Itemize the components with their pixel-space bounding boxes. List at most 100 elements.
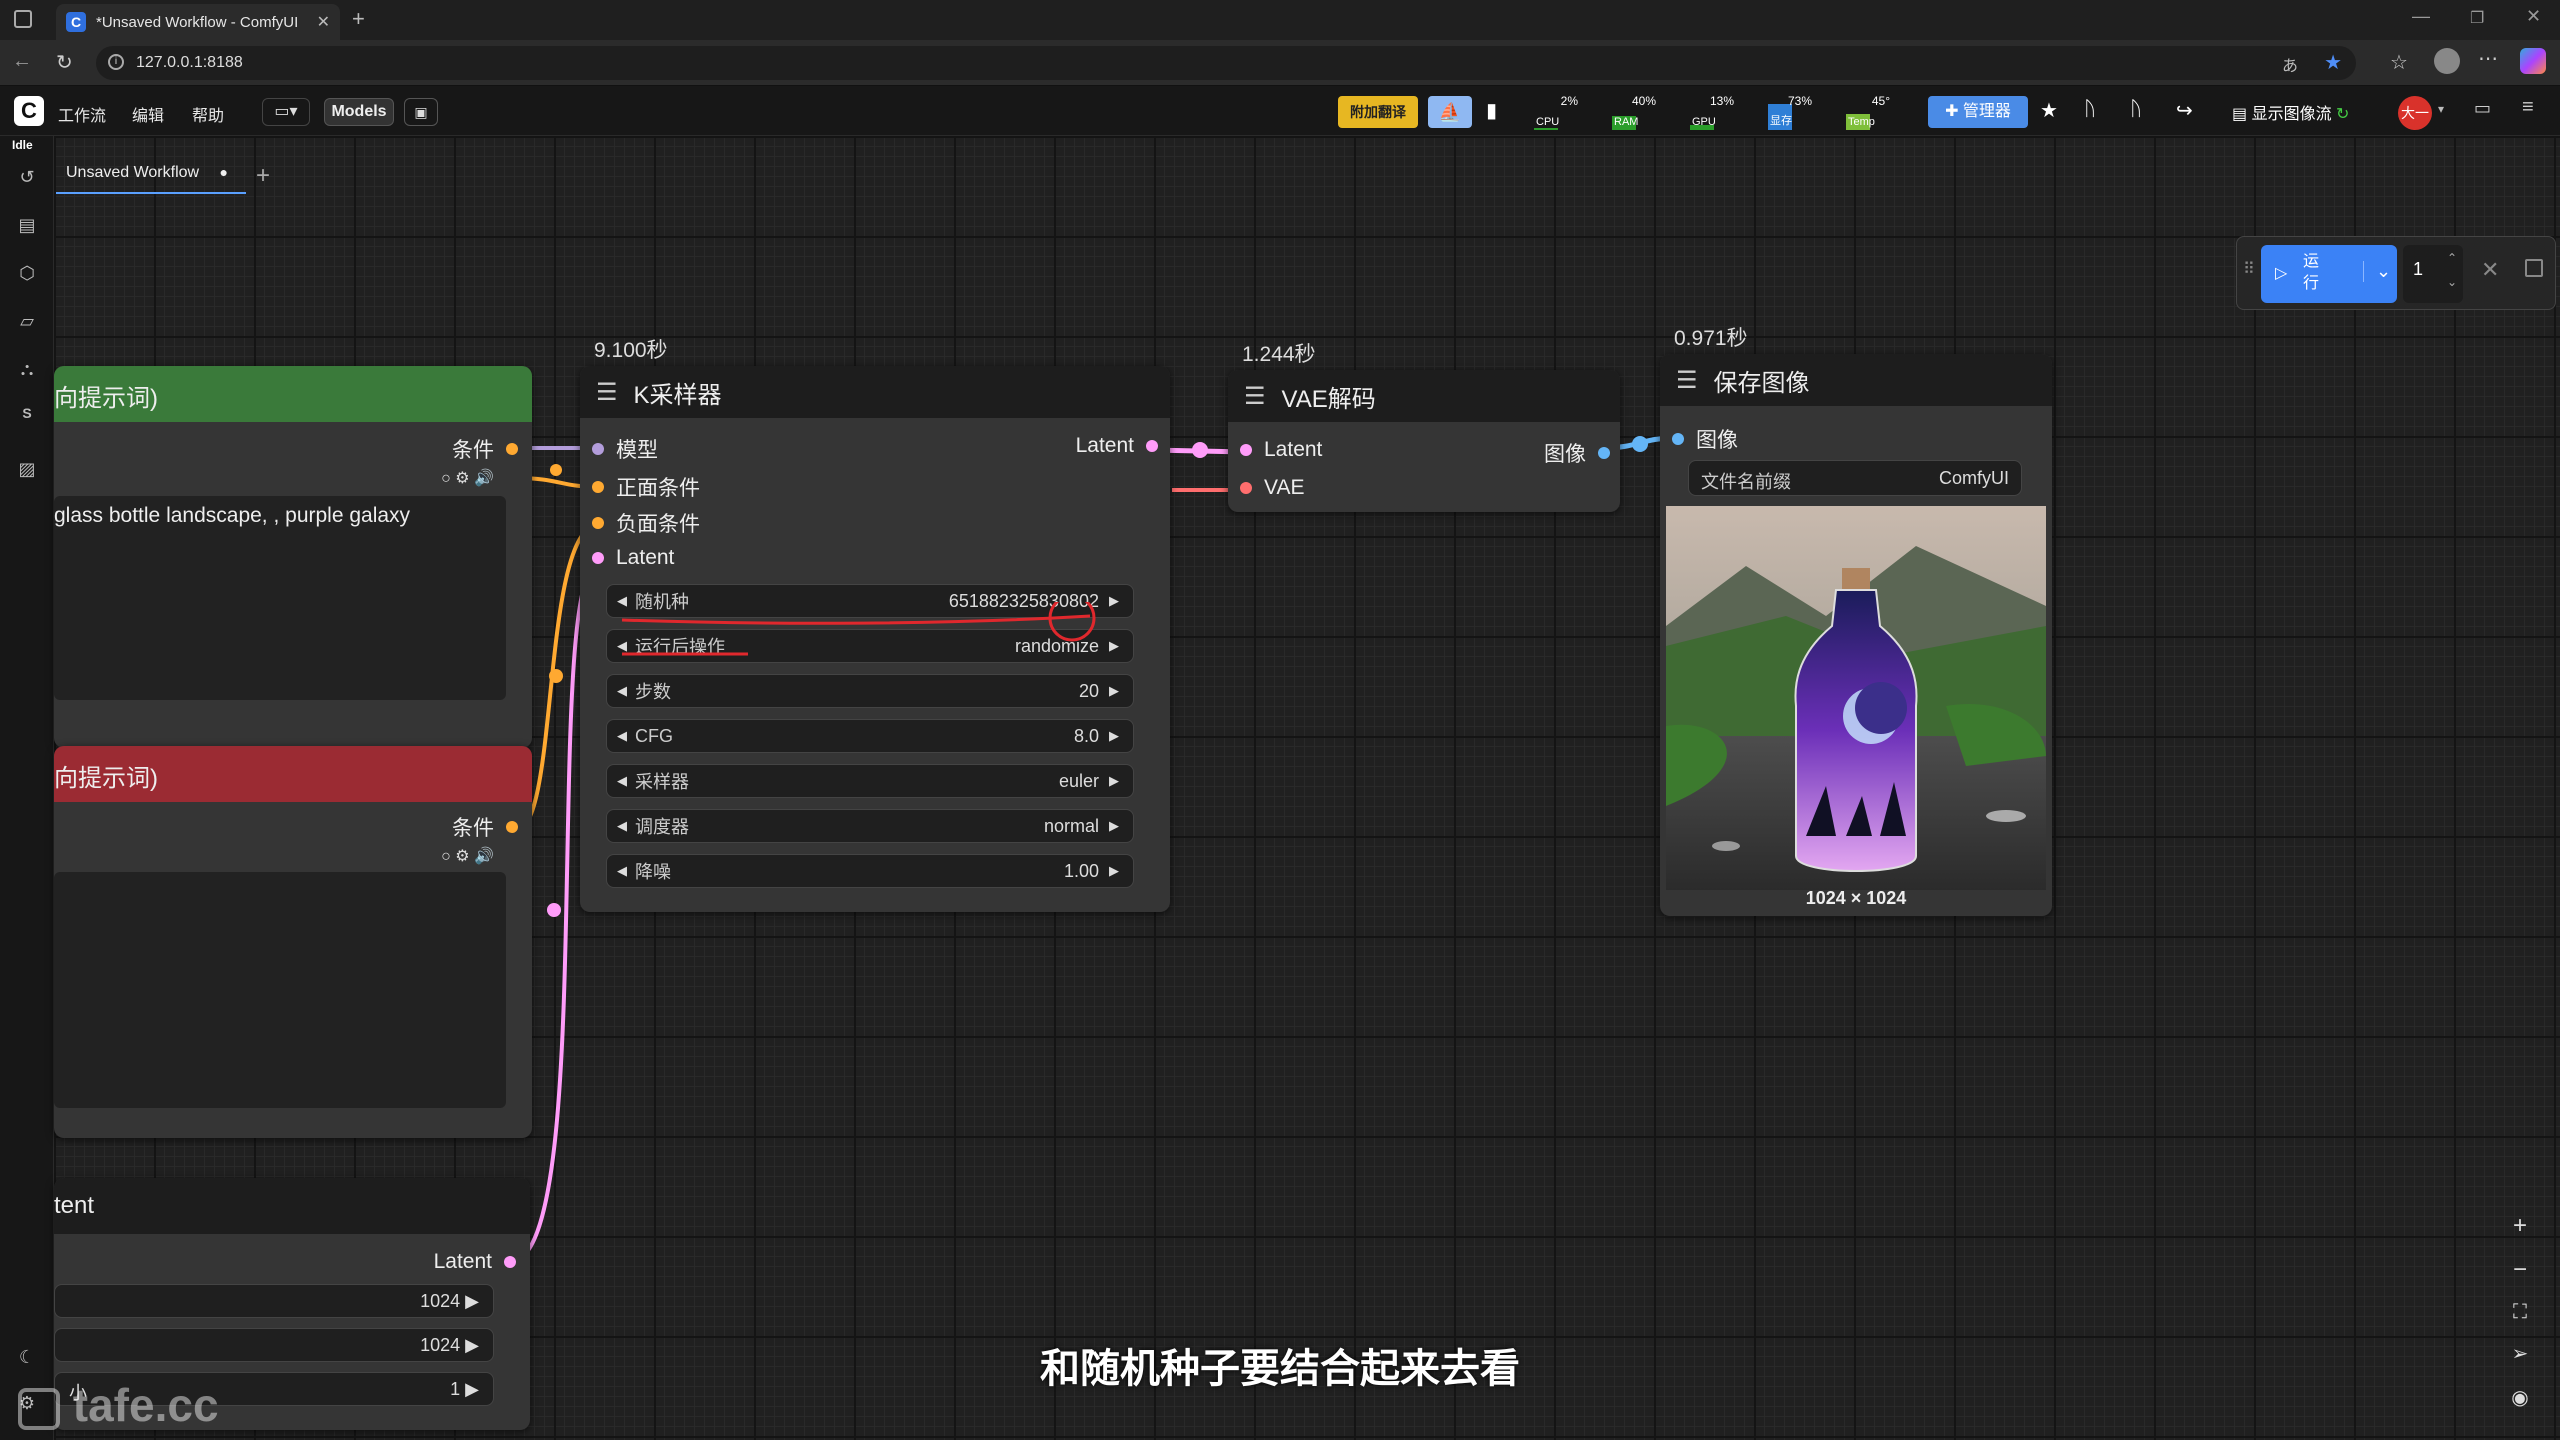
ksampler-header[interactable]: ☰ K采样器 [580, 366, 1170, 418]
ksampler-to-vae-dot [1192, 442, 1208, 458]
decrement-icon[interactable]: ⌄ [2447, 275, 2457, 289]
vae-output-image[interactable]: 图像 [1544, 438, 1610, 468]
decrement-arrow-icon[interactable]: ◀ [617, 773, 627, 789]
widget-value: 1.00 [1063, 860, 1099, 881]
ksampler-input-latent[interactable]: Latent [592, 546, 674, 570]
increment-arrow-icon[interactable]: ▶ [1109, 773, 1119, 789]
filename-prefix-label: 文件名前缀 [1701, 472, 1791, 492]
increment-arrow-icon[interactable]: ▶ [1109, 728, 1119, 744]
filename-prefix-value: ComfyUI [1938, 468, 2009, 488]
model-input-label: 模型 [616, 439, 658, 462]
cursor-highlight-circle [1048, 602, 1096, 642]
fit-view-icon[interactable]: ⛶ [2496, 1292, 2544, 1332]
vae-output-label: 图像 [1544, 443, 1586, 466]
latent-input-dot[interactable] [592, 552, 604, 564]
run-label: 运 行 [2303, 253, 2320, 292]
widget-value: 8.0 [1073, 725, 1099, 746]
positive-input-label: 正面条件 [616, 477, 700, 500]
ksampler-node[interactable]: ☰ K采样器 模型 正面条件 负面条件 Latent Latent ◀ 随机种 651… [580, 366, 1170, 912]
save-header[interactable]: ☰ 保存图像 [1660, 354, 2052, 406]
save-title: 保存图像 [1713, 369, 1810, 397]
positive-input-dot[interactable] [592, 481, 604, 493]
node-menu-icon[interactable]: ☰ [1244, 382, 1266, 411]
ksampler-input-model[interactable]: 模型 [592, 434, 658, 464]
positive-prompt-node[interactable]: 向提示词) 条件 ○ ⚙ 🔊 glass bottle landscape, ,… [54, 366, 532, 748]
widget-name: 调度器 [635, 817, 689, 837]
save-input-image[interactable]: 图像 [1672, 424, 1738, 454]
run-panel: ⠿ ▷ 运 行 ⌄ 1 ⌃ ⌄ ✕ [2236, 236, 2556, 310]
vae-decode-node[interactable]: ☰ VAE解码 Latent VAE 图像 [1228, 370, 1620, 512]
node-menu-icon[interactable]: ☰ [1676, 366, 1698, 395]
negative-text-area[interactable] [54, 872, 506, 1108]
latent-output-slot[interactable]: Latent [434, 1250, 516, 1274]
run-dropdown-icon[interactable]: ⌄ [2363, 261, 2391, 282]
positive-output-dot[interactable] [506, 443, 518, 455]
stop-icon[interactable] [2525, 259, 2543, 277]
positive-output-slot[interactable]: 条件 [452, 434, 518, 464]
ksampler-widget-4[interactable]: ◀ 采样器 euler ▶ [606, 764, 1134, 798]
increment-arrow-icon[interactable]: ▶ [1109, 818, 1119, 834]
latent-output-dot[interactable] [504, 1256, 516, 1268]
preview-image[interactable] [1666, 506, 2046, 890]
filename-prefix-widget[interactable]: 文件名前缀 ComfyUI [1688, 460, 2022, 496]
vae-timing: 1.244秒 [1242, 343, 1316, 366]
vae-latent-input-label: Latent [1264, 438, 1323, 461]
ksampler-input-negative[interactable]: 负面条件 [592, 508, 700, 538]
negative-input-label: 负面条件 [616, 513, 700, 536]
decrement-arrow-icon[interactable]: ◀ [617, 728, 627, 744]
vae-latent-input-dot[interactable] [1240, 444, 1252, 456]
positive-prompt-title: 向提示词) [54, 366, 532, 422]
decrement-arrow-icon[interactable]: ◀ [617, 683, 627, 699]
positive-node-tools[interactable]: ○ ⚙ 🔊 [441, 468, 494, 488]
decrement-arrow-icon[interactable]: ◀ [617, 818, 627, 834]
ksampler-widget-3[interactable]: ◀ CFG 8.0 ▶ [606, 719, 1134, 753]
negative-prompt-node[interactable]: 向提示词) 条件 ○ ⚙ 🔊 [54, 746, 532, 1138]
batch-count-input[interactable]: 1 ⌃ ⌄ [2403, 245, 2463, 303]
latent-output-label: Latent [433, 1250, 492, 1273]
vae-vae-input-dot[interactable] [1240, 482, 1252, 494]
vae-title: VAE解码 [1281, 385, 1376, 413]
widget-name: CFG [635, 725, 673, 746]
increment-arrow-icon[interactable]: ▶ [465, 1291, 479, 1311]
increment-arrow-icon[interactable]: ▶ [1109, 683, 1119, 699]
vae-input-latent[interactable]: Latent [1240, 438, 1322, 462]
ksampler-widget-5[interactable]: ◀ 调度器 normal ▶ [606, 809, 1134, 843]
vae-to-save-dot [1632, 436, 1648, 452]
run-button[interactable]: ▷ 运 行 ⌄ [2261, 245, 2397, 303]
vae-output-dot[interactable] [1598, 447, 1610, 459]
ksampler-widget-2[interactable]: ◀ 步数 20 ▶ [606, 674, 1134, 708]
latent-width-widget[interactable]: 1024 ▶ [54, 1284, 494, 1318]
widget-value: 20 [1078, 680, 1099, 701]
node-menu-icon[interactable]: ☰ [596, 378, 618, 407]
play-icon: ▷ [2275, 265, 2288, 282]
save-image-node[interactable]: ☰ 保存图像 图像 文件名前缀 ComfyUI 1024 × 1024 [1660, 354, 2052, 916]
positive-reroute-dot [550, 464, 562, 476]
ksampler-timing: 9.100秒 [594, 339, 668, 362]
negative-output-dot[interactable] [506, 821, 518, 833]
ksampler-input-positive[interactable]: 正面条件 [592, 472, 700, 502]
empty-latent-title: tent [54, 1178, 530, 1234]
ksampler-widget-6[interactable]: ◀ 降噪 1.00 ▶ [606, 854, 1134, 888]
save-image-input-label: 图像 [1696, 429, 1738, 452]
save-image-input-dot[interactable] [1672, 433, 1684, 445]
red-underline-annotation [621, 602, 1096, 656]
zoom-out-icon[interactable]: − [2496, 1250, 2544, 1290]
vae-input-vae[interactable]: VAE [1240, 476, 1304, 500]
widget-value: normal [1043, 815, 1099, 836]
ksampler-output-latent[interactable]: Latent [1076, 434, 1158, 458]
negative-input-dot[interactable] [592, 517, 604, 529]
ksampler-output-dot[interactable] [1146, 440, 1158, 452]
model-input-dot[interactable] [592, 443, 604, 455]
negative-output-slot[interactable]: 条件 [452, 812, 518, 842]
drag-handle-icon[interactable]: ⠿ [2243, 259, 2255, 279]
increment-arrow-icon[interactable]: ▶ [1109, 863, 1119, 879]
zoom-in-icon[interactable]: + [2496, 1206, 2544, 1246]
decrement-arrow-icon[interactable]: ◀ [617, 863, 627, 879]
latent-reroute-dot [547, 903, 561, 917]
cancel-run-icon[interactable]: ✕ [2481, 257, 2499, 283]
vae-header[interactable]: ☰ VAE解码 [1228, 370, 1620, 422]
negative-node-tools[interactable]: ○ ⚙ 🔊 [441, 846, 494, 866]
positive-text-area[interactable]: glass bottle landscape, , purple galaxy [54, 496, 506, 700]
watermark: tafe.cc [18, 1378, 219, 1432]
increment-icon[interactable]: ⌃ [2447, 251, 2457, 265]
